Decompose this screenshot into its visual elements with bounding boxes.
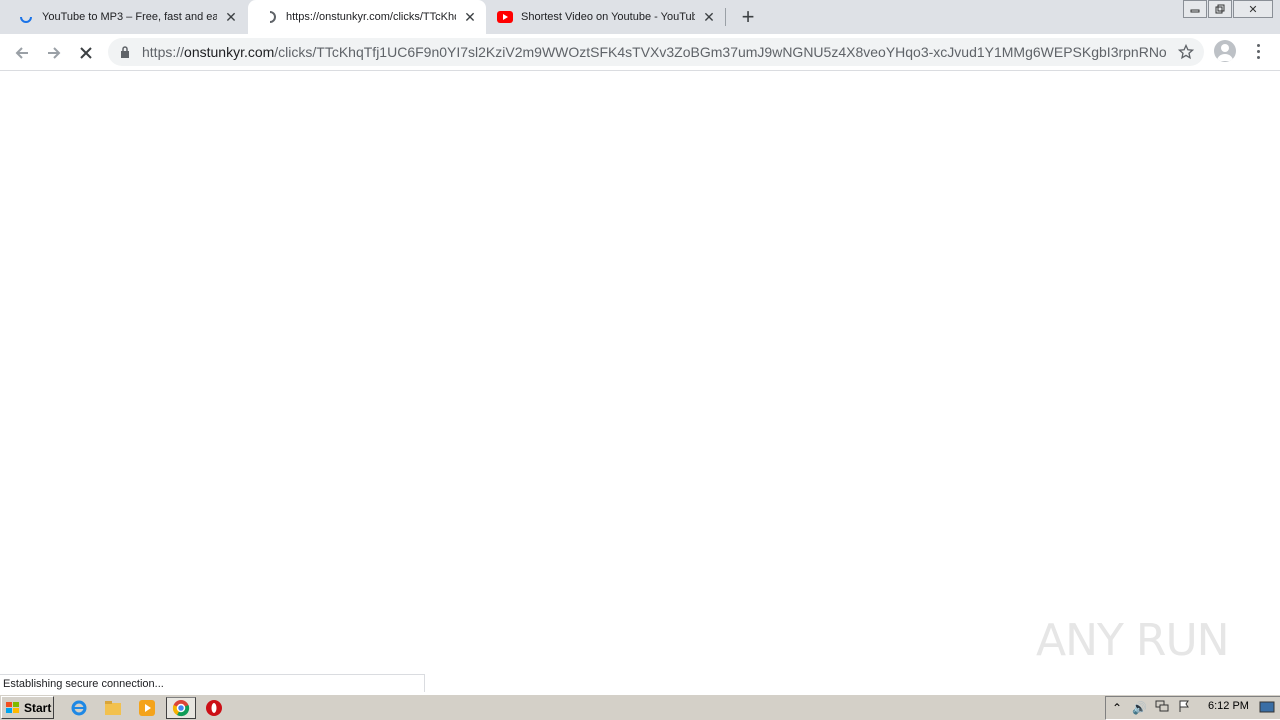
bookmark-star-icon[interactable] [1178,44,1194,60]
tab-title: Shortest Video on Youtube - YouTube [521,11,695,23]
profile-avatar-icon[interactable] [1214,40,1236,62]
browser-toolbar: https://onstunkyr.com/clicks/TTcKhqTfj1U… [0,34,1280,71]
tab-onstunkyr[interactable]: https://onstunkyr.com/clicks/TTcKhq ✕ [248,0,486,34]
url-host: onstunkyr.com [184,44,275,60]
tab-strip: YouTube to MP3 – Free, fast and easy ✕ h… [0,0,1280,34]
opera-icon[interactable] [204,698,224,718]
action-center-flag-icon[interactable] [1177,699,1191,718]
url-scheme: https:// [142,44,185,60]
stop-loading-icon[interactable] [74,41,98,65]
close-tab-icon[interactable]: ✕ [701,9,717,25]
close-window-button[interactable]: ✕ [1233,0,1273,18]
tab-title: YouTube to MP3 – Free, fast and easy [42,11,217,23]
tab-shortest-video[interactable]: Shortest Video on Youtube - YouTube ✕ [487,0,725,34]
tab-youtube-to-mp3[interactable]: YouTube to MP3 – Free, fast and easy ✕ [0,0,247,34]
tab-separator [725,8,726,26]
new-tab-button[interactable]: + [736,4,760,29]
taskbar: Start ⌃ 🔊 6:12 PM [0,694,1280,720]
network-icon[interactable] [1155,699,1169,718]
show-desktop-icon[interactable] [1258,698,1276,718]
clock[interactable]: 6:12 PM [1208,700,1249,712]
chrome-icon [172,700,190,717]
address-bar[interactable]: https://onstunkyr.com/clicks/TTcKhqTfj1U… [108,38,1204,66]
lock-icon[interactable] [120,45,132,59]
windows-logo-icon [6,701,19,713]
start-label: Start [24,700,52,715]
url-path: /clicks/TTcKhqTfj1UC6F9n0YI7sl2KziV2m9WW… [274,44,1166,60]
loading-spinner-icon [18,9,34,25]
close-tab-icon[interactable]: ✕ [223,9,239,25]
forward-arrow-icon[interactable] [42,41,66,65]
restore-button[interactable] [1208,0,1232,18]
status-bubble: Establishing secure connection... [0,674,425,692]
file-explorer-icon[interactable] [103,698,123,718]
anyrun-watermark: ANY RUN [1036,608,1236,672]
back-arrow-icon[interactable] [10,41,34,65]
url-text: https://onstunkyr.com/clicks/TTcKhqTfj1U… [142,44,1166,60]
loading-spinner-icon [262,9,278,25]
internet-explorer-icon[interactable] [69,698,89,718]
minimize-button[interactable] [1183,0,1207,18]
start-button[interactable]: Start [1,696,54,719]
volume-icon[interactable]: 🔊 [1132,701,1147,715]
chrome-taskbar-button[interactable] [166,697,196,719]
close-tab-icon[interactable]: ✕ [462,9,478,25]
media-player-icon[interactable] [137,698,157,718]
show-hidden-icons-icon[interactable]: ⌃ [1112,701,1122,715]
youtube-icon [497,9,513,25]
watermark-text: ANY RUN [1036,614,1230,666]
tab-title: https://onstunkyr.com/clicks/TTcKhq [286,11,456,23]
page-content [0,72,1280,692]
menu-kebab-icon[interactable] [1250,42,1266,60]
system-tray: ⌃ 🔊 [1105,696,1280,720]
